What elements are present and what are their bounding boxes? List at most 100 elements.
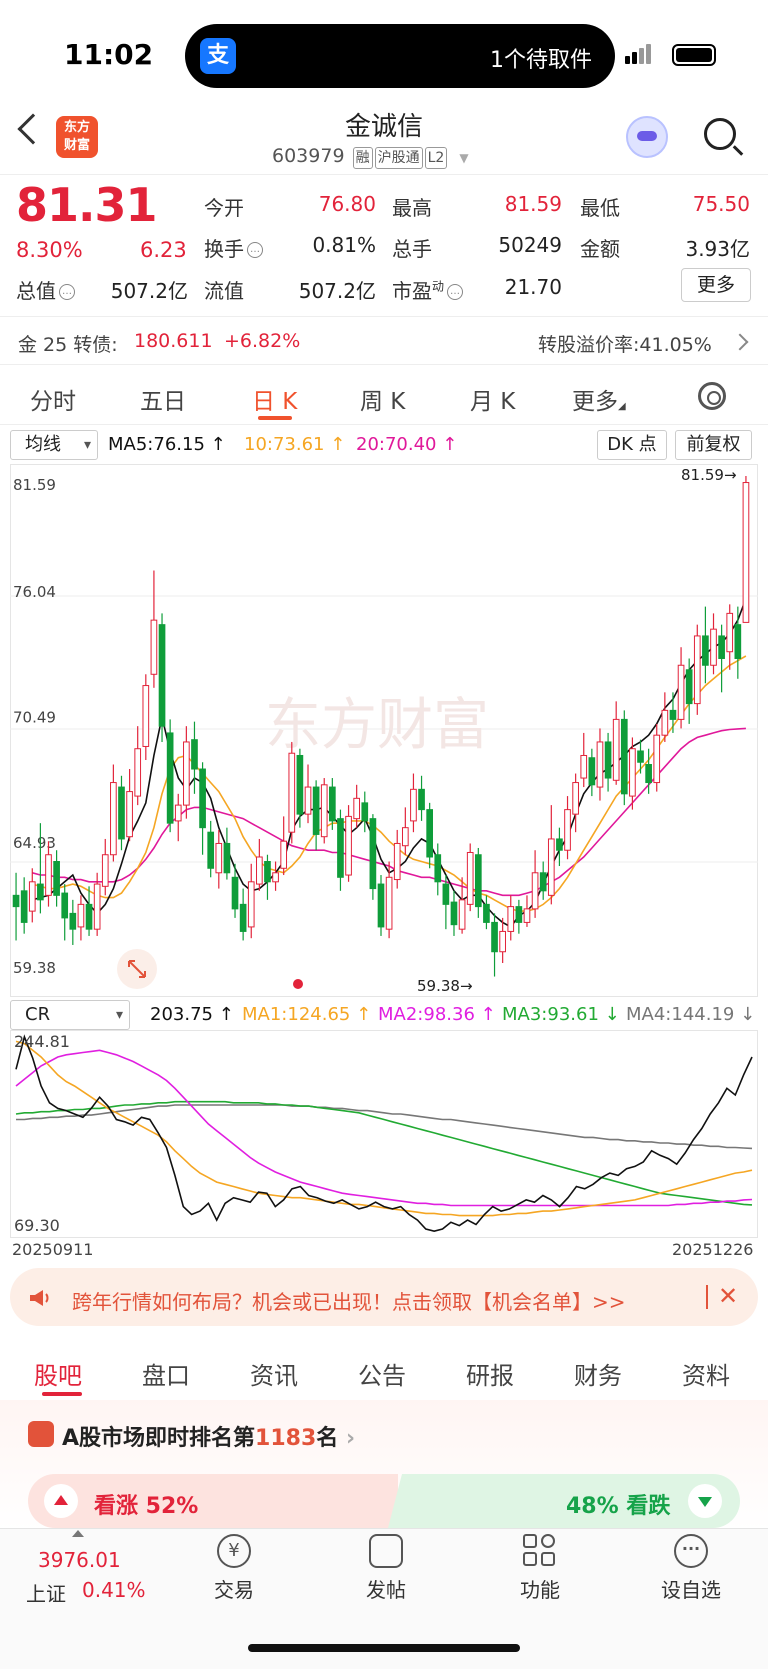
nav-trade[interactable]: 交易 (194, 1574, 274, 1603)
candle-body (337, 818, 344, 878)
tab-research[interactable]: 研报 (466, 1356, 514, 1391)
chevron-down-icon: ▼ (459, 151, 469, 165)
candle-body (645, 764, 652, 784)
date-end: 20251226 (672, 1240, 754, 1259)
nav-add-watchlist[interactable]: 设自选 (651, 1574, 731, 1603)
nav-functions[interactable]: 功能 (500, 1574, 580, 1603)
cr-value: 203.75 ↑ (150, 1004, 234, 1025)
candle-body (280, 840, 288, 869)
close-icon[interactable]: ✕ (718, 1282, 738, 1310)
candle-body (693, 635, 701, 705)
ma5-value: MA5:76.15 ↑ (108, 434, 226, 455)
turnover-label[interactable]: 换手… (204, 233, 263, 262)
arrow-up-icon[interactable] (44, 1484, 78, 1518)
more-button[interactable]: 更多 (681, 268, 751, 302)
tag-hk-connect: 沪股通 (374, 147, 423, 169)
ma10-value: 10:73.61 ↑ (244, 434, 346, 455)
candle-body (710, 628, 717, 666)
bond-label[interactable]: 金 25 转债: (18, 330, 118, 357)
stock-code-row[interactable]: 603979 融沪股通 L2 ▼ (272, 145, 469, 169)
chevron-right-icon[interactable] (731, 333, 749, 351)
market-cap-value: 507.2亿 (110, 279, 188, 303)
cr-chart[interactable] (10, 1030, 758, 1238)
amount-value: 3.93亿 (685, 237, 750, 261)
low-marker: 59.38→ (417, 977, 473, 995)
index-name[interactable]: 上证 (26, 1578, 66, 1607)
cr-ma2: MA2:98.36 ↑ (378, 1004, 496, 1025)
candle-body (20, 890, 28, 923)
status-time: 11:02 (64, 38, 154, 71)
vote-bullish-bar[interactable] (28, 1474, 398, 1528)
candle-body (85, 903, 93, 930)
candle-body (110, 782, 117, 856)
price-axis-label: 76.04 (13, 583, 56, 601)
pe-label[interactable]: 市盈动… (392, 275, 464, 304)
cr-line-ma1 (15, 1040, 753, 1217)
tab-news[interactable]: 资讯 (250, 1356, 298, 1391)
trade-icon[interactable]: ¥ (217, 1534, 251, 1568)
settings-icon[interactable] (698, 382, 726, 410)
indicator-selector[interactable]: 均线 (10, 430, 98, 460)
post-icon[interactable] (369, 1534, 403, 1568)
bearish-label: 48% 看跌 (566, 1494, 671, 1519)
tab-guba[interactable]: 股吧 (34, 1356, 82, 1391)
volume-value: 50249 (498, 233, 562, 257)
cr-ymin: 69.30 (14, 1216, 60, 1235)
candle-body (77, 903, 85, 928)
banner-text[interactable]: 跨年行情如何布局？机会或已出现！点击领取【机会名单】>> (72, 1286, 626, 1315)
tab-more[interactable]: 更多◢ (572, 382, 626, 416)
low-value: 75.50 (692, 192, 750, 216)
candle-body (150, 619, 158, 675)
tab-daily-k[interactable]: 日 K (252, 382, 297, 416)
caret-up-icon[interactable] (72, 1530, 84, 1537)
functions-icon[interactable] (523, 1534, 557, 1568)
volume-label: 总手 (392, 237, 432, 261)
tab-financials[interactable]: 财务 (574, 1356, 622, 1391)
index-value[interactable]: 3976.01 (38, 1548, 121, 1572)
tab-profile[interactable]: 资料 (682, 1356, 730, 1391)
tab-monthly-k[interactable]: 月 K (470, 382, 515, 416)
bullish-label: 看涨 52% (94, 1494, 199, 1519)
search-icon[interactable] (704, 118, 736, 150)
index-change[interactable]: 0.41% (82, 1578, 146, 1602)
candle-body (637, 750, 644, 763)
adjust-button[interactable]: 前复权 (675, 430, 752, 460)
candle-body (361, 802, 369, 822)
nav-post[interactable]: 发帖 (346, 1574, 426, 1603)
candle-body (215, 842, 223, 874)
price-axis-label: 59.38 (13, 959, 56, 977)
candle-body (223, 842, 231, 874)
battery-icon (672, 44, 716, 66)
tab-announcements[interactable]: 公告 (358, 1356, 406, 1391)
candle-body (166, 732, 174, 824)
kline-chart[interactable]: 东方财富 81.59 76.04 70.49 64.93 59.38 81.59→ 59… (10, 464, 758, 997)
market-cap-label[interactable]: 总值… (16, 275, 75, 304)
banner-divider (706, 1285, 708, 1309)
cr-ma4: MA4:144.19 ↓ (626, 1004, 756, 1025)
rank-chart-icon (28, 1421, 54, 1447)
tab-pankou[interactable]: 盘口 (142, 1356, 190, 1391)
candle-body (434, 854, 442, 883)
signal-icon (625, 44, 653, 64)
turnover-value: 0.81% (312, 233, 376, 257)
candle-body (458, 899, 466, 930)
candle-body (12, 894, 20, 908)
tab-five-day[interactable]: 五日 (140, 382, 186, 416)
market-rank[interactable]: A股市场即时排名第1183名 › (62, 1420, 355, 1452)
dk-point-button[interactable]: DK 点 (597, 430, 667, 460)
open-value: 76.80 (318, 192, 376, 216)
candle-body (612, 718, 620, 781)
candle-body (531, 872, 539, 910)
arrow-down-icon[interactable] (688, 1484, 722, 1518)
ai-assistant-icon[interactable] (626, 116, 668, 158)
bond-price: 180.611 (134, 330, 213, 352)
tab-intraday[interactable]: 分时 (30, 382, 76, 416)
candle-body (523, 908, 531, 923)
watchlist-icon[interactable]: ··· (674, 1534, 708, 1568)
candle-body (393, 842, 401, 881)
tab-weekly-k[interactable]: 周 K (360, 382, 405, 416)
candle-body (604, 741, 612, 779)
sub-indicator-selector[interactable]: CR (10, 1000, 130, 1030)
active-tab-indicator (42, 1392, 82, 1396)
candle-body (69, 912, 77, 930)
